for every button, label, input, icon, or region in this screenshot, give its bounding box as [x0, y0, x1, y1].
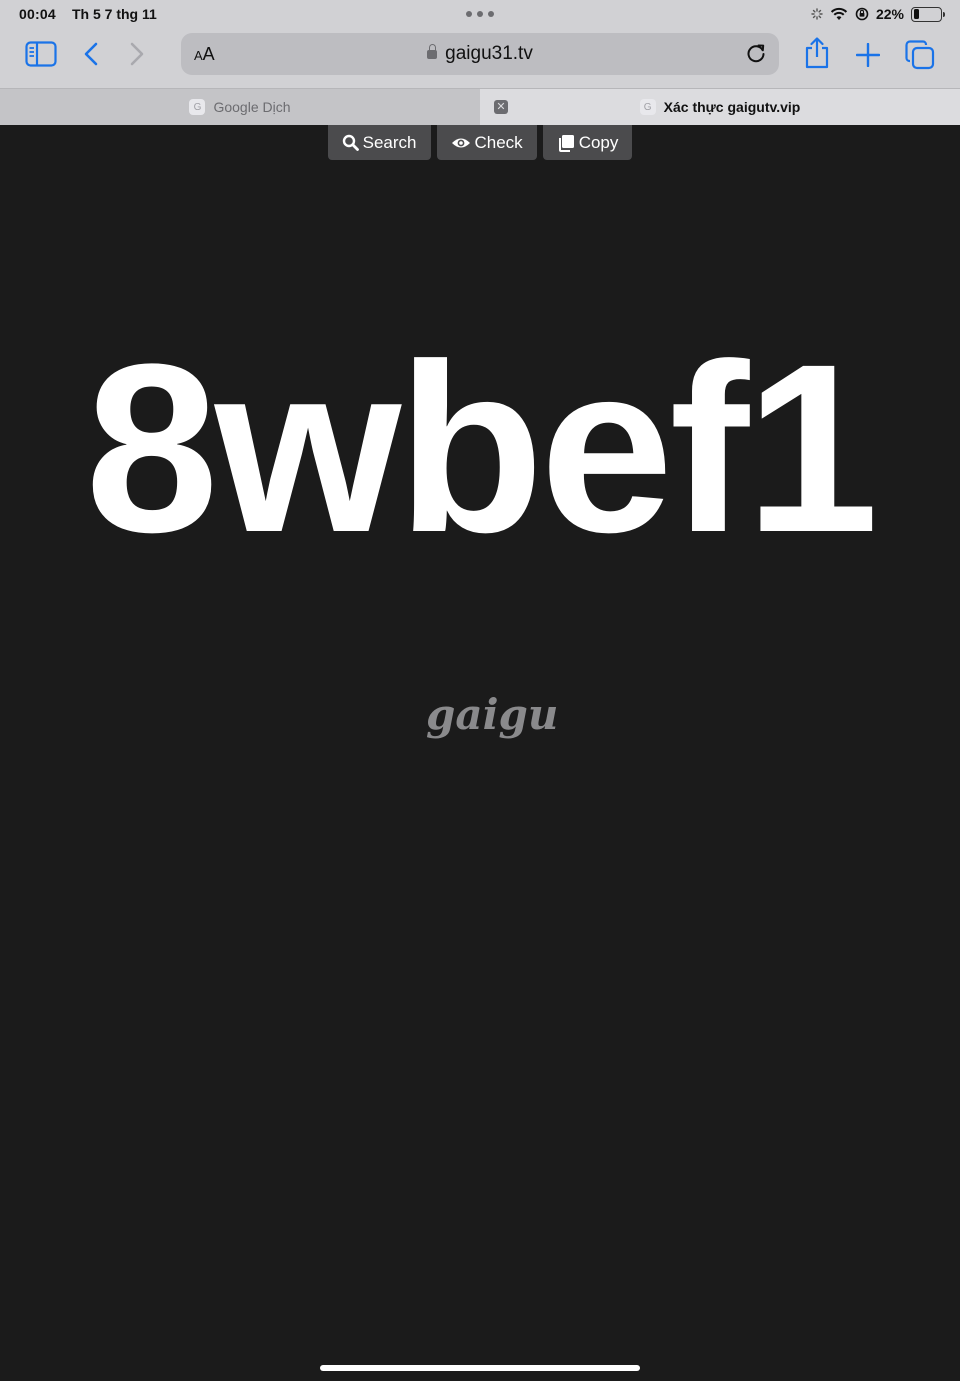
page-button-row: Search Check Copy [0, 125, 960, 160]
battery-icon [911, 6, 945, 22]
status-time: 00:04 [19, 6, 56, 22]
home-indicator[interactable] [320, 1365, 640, 1371]
tab-title: Google Dịch [213, 99, 291, 115]
tab-title: Xác thực gaigutv.vip [663, 99, 801, 115]
tab-google-dich[interactable]: G Google Dịch [0, 89, 480, 125]
close-tab-icon[interactable]: ✕ [494, 100, 508, 114]
search-icon [342, 134, 359, 151]
url-text: gaigu31.tv [445, 43, 533, 64]
check-button[interactable]: Check [436, 125, 537, 160]
favicon-icon: G [189, 99, 206, 115]
browser-toolbar: AA gaigu31.tv [0, 30, 960, 80]
status-bar: 00:04 Th 5 7 thg 11 22% [0, 0, 960, 28]
tab-xac-thuc[interactable]: ✕ G Xác thực gaigutv.vip [480, 89, 960, 125]
plus-icon[interactable] [855, 42, 881, 68]
favicon-icon: G [639, 99, 656, 115]
reload-icon[interactable] [745, 42, 767, 64]
copy-icon [558, 134, 574, 152]
forward-icon[interactable] [126, 40, 148, 68]
status-right: 22% [811, 4, 945, 24]
battery-fill [913, 9, 920, 19]
copy-button[interactable]: Copy [542, 125, 633, 160]
lock-icon [427, 44, 438, 59]
search-button-label: Search [362, 132, 417, 152]
orientation-lock-icon [855, 7, 869, 21]
status-date: Th 5 7 thg 11 [72, 6, 157, 22]
tabs-icon[interactable] [905, 40, 935, 70]
browser-chrome: 00:04 Th 5 7 thg 11 22% AA gaigu31.tv [0, 0, 960, 88]
copy-button-label: Copy [578, 132, 619, 152]
eye-icon [451, 138, 470, 147]
back-icon[interactable] [80, 40, 102, 68]
search-button[interactable]: Search [327, 125, 431, 160]
address-bar[interactable]: AA gaigu31.tv [181, 33, 779, 75]
url-display[interactable]: gaigu31.tv [181, 43, 779, 65]
tab-bar: G Google Dịch ✕ G Xác thực gaigutv.vip [0, 88, 960, 125]
wifi-icon [830, 7, 848, 20]
battery-percent: 22% [875, 6, 904, 22]
share-icon[interactable] [803, 36, 831, 70]
loading-spinner-icon [811, 8, 823, 20]
brand-logo: gaigu [426, 690, 559, 739]
check-button-label: Check [474, 132, 523, 152]
verification-code: 8wbef1 [85, 314, 879, 582]
sidebar-icon[interactable] [24, 40, 58, 68]
multitasking-dots-icon[interactable] [466, 11, 494, 17]
